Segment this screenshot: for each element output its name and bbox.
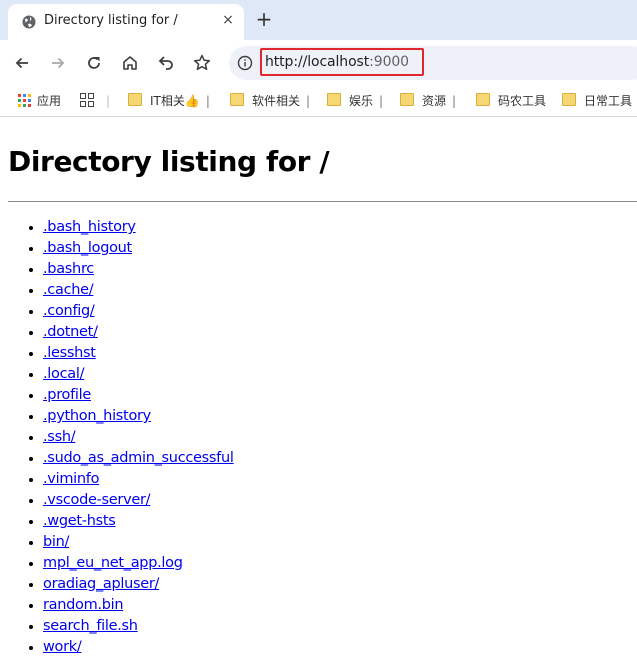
bookmarks-bar: 应用 | IT相关👍 | 软件相关 | 娱乐 | 资源 | 码农工具 日常工具 bbox=[0, 86, 637, 117]
globe-icon bbox=[22, 15, 36, 29]
browser-toolbar: http://localhost:9000 bbox=[0, 40, 637, 86]
bookmark-separator: | bbox=[205, 94, 210, 108]
file-link[interactable]: .cache/ bbox=[43, 282, 94, 298]
list-item: .bashrc bbox=[43, 259, 234, 280]
bookmark-folder-software[interactable]: 软件相关 | bbox=[230, 92, 310, 110]
bookmark-folder-entertainment[interactable]: 娱乐 | bbox=[327, 92, 383, 110]
list-item: .ssh/ bbox=[43, 427, 234, 448]
file-link[interactable]: .sudo_as_admin_successful bbox=[43, 450, 234, 466]
list-item: random.bin bbox=[43, 595, 234, 616]
bookmark-folder-daily-tools[interactable]: 日常工具 bbox=[562, 92, 632, 110]
list-item: .bash_history bbox=[43, 217, 234, 238]
list-item: .sudo_as_admin_successful bbox=[43, 448, 234, 469]
back-arrow-icon[interactable] bbox=[12, 53, 32, 73]
list-item: mpl_eu_net_app.log bbox=[43, 553, 234, 574]
file-link[interactable]: .python_history bbox=[43, 408, 151, 424]
folder-icon bbox=[562, 93, 576, 106]
list-item: search_file.sh bbox=[43, 616, 234, 637]
active-tab[interactable]: Directory listing for / × bbox=[8, 4, 244, 40]
bookmark-label: 娱乐 bbox=[349, 94, 374, 108]
page-content: Directory listing for / .bash_history.ba… bbox=[0, 117, 637, 663]
info-icon[interactable] bbox=[237, 55, 253, 71]
list-item: .cache/ bbox=[43, 280, 234, 301]
list-item: oradiag_apluser/ bbox=[43, 574, 234, 595]
file-link[interactable]: .bashrc bbox=[43, 261, 94, 277]
bookmark-folder-resources[interactable]: 资源 | bbox=[400, 92, 456, 110]
list-item: .lesshst bbox=[43, 343, 234, 364]
file-link[interactable]: bin/ bbox=[43, 534, 69, 550]
tab-title: Directory listing for / bbox=[44, 13, 178, 28]
reload-icon[interactable] bbox=[84, 53, 104, 73]
url-text[interactable]: http://localhost:9000 bbox=[265, 54, 409, 70]
bookmark-label: 码农工具 bbox=[498, 94, 547, 108]
list-item: .dotnet/ bbox=[43, 322, 234, 343]
bookmark-folder-it[interactable]: IT相关👍 | bbox=[128, 92, 210, 110]
home-icon[interactable] bbox=[120, 53, 140, 73]
bookmark-label: 应用 bbox=[37, 94, 62, 108]
file-link[interactable]: oradiag_apluser/ bbox=[43, 576, 159, 592]
url-host: http://localhost bbox=[265, 54, 370, 70]
list-item: work/ bbox=[43, 637, 234, 658]
bookmark-star-icon[interactable] bbox=[192, 53, 212, 73]
address-bar[interactable]: http://localhost:9000 bbox=[229, 46, 637, 80]
list-item: .wget-hsts bbox=[43, 511, 234, 532]
bookmark-separator: | bbox=[379, 94, 384, 108]
file-list: .bash_history .bash_logout .bashrc .cache/.… bbox=[0, 217, 234, 658]
file-link[interactable]: mpl_eu_net_app.log bbox=[43, 555, 183, 571]
list-item: .viminfo bbox=[43, 469, 234, 490]
tab-strip: Directory listing for / × + bbox=[0, 0, 637, 40]
folder-icon bbox=[128, 93, 142, 106]
url-port: :9000 bbox=[369, 54, 409, 70]
new-tab-button[interactable]: + bbox=[254, 9, 274, 30]
bookmark-label: 资源 bbox=[422, 94, 447, 108]
bookmark-divider: | bbox=[106, 94, 111, 108]
undo-icon[interactable] bbox=[156, 53, 176, 73]
file-link[interactable]: .dotnet/ bbox=[43, 324, 98, 340]
forward-arrow-icon[interactable] bbox=[48, 53, 68, 73]
bookmark-separator: | bbox=[452, 94, 457, 108]
file-link[interactable]: random.bin bbox=[43, 597, 124, 613]
grid-icon bbox=[80, 93, 94, 107]
file-link[interactable]: work/ bbox=[43, 639, 82, 655]
file-link[interactable]: .profile bbox=[43, 387, 91, 403]
list-item: .config/ bbox=[43, 301, 234, 322]
file-link[interactable]: .config/ bbox=[43, 303, 95, 319]
list-item: .bash_logout bbox=[43, 238, 234, 259]
bookmark-label: 软件相关 bbox=[252, 94, 301, 108]
file-link[interactable]: search_file.sh bbox=[43, 618, 138, 634]
bookmark-apps[interactable]: 应用 bbox=[18, 92, 61, 110]
horizontal-rule bbox=[8, 201, 637, 202]
file-link[interactable]: .bash_history bbox=[43, 219, 136, 235]
bookmark-grid[interactable] bbox=[80, 92, 94, 110]
bookmark-separator: | bbox=[306, 94, 311, 108]
close-tab-icon[interactable]: × bbox=[220, 12, 236, 28]
apps-icon bbox=[18, 94, 31, 107]
folder-icon bbox=[327, 93, 341, 106]
list-item: .profile bbox=[43, 385, 234, 406]
folder-icon bbox=[400, 93, 414, 106]
bookmark-label: IT相关👍 bbox=[150, 94, 200, 108]
file-link[interactable]: .wget-hsts bbox=[43, 513, 116, 529]
file-link[interactable]: .lesshst bbox=[43, 345, 96, 361]
file-link[interactable]: .vscode-server/ bbox=[43, 492, 151, 508]
page-title: Directory listing for / bbox=[8, 145, 330, 178]
list-item: .python_history bbox=[43, 406, 234, 427]
file-link[interactable]: .local/ bbox=[43, 366, 84, 382]
bookmark-label: 日常工具 bbox=[584, 94, 633, 108]
bookmark-folder-dev-tools[interactable]: 码农工具 bbox=[476, 92, 546, 110]
list-item: bin/ bbox=[43, 532, 234, 553]
list-item: .vscode-server/ bbox=[43, 490, 234, 511]
file-link[interactable]: .bash_logout bbox=[43, 240, 132, 256]
folder-icon bbox=[230, 93, 244, 106]
file-link[interactable]: .ssh/ bbox=[43, 429, 76, 445]
folder-icon bbox=[476, 93, 490, 106]
list-item: .local/ bbox=[43, 364, 234, 385]
file-link[interactable]: .viminfo bbox=[43, 471, 99, 487]
